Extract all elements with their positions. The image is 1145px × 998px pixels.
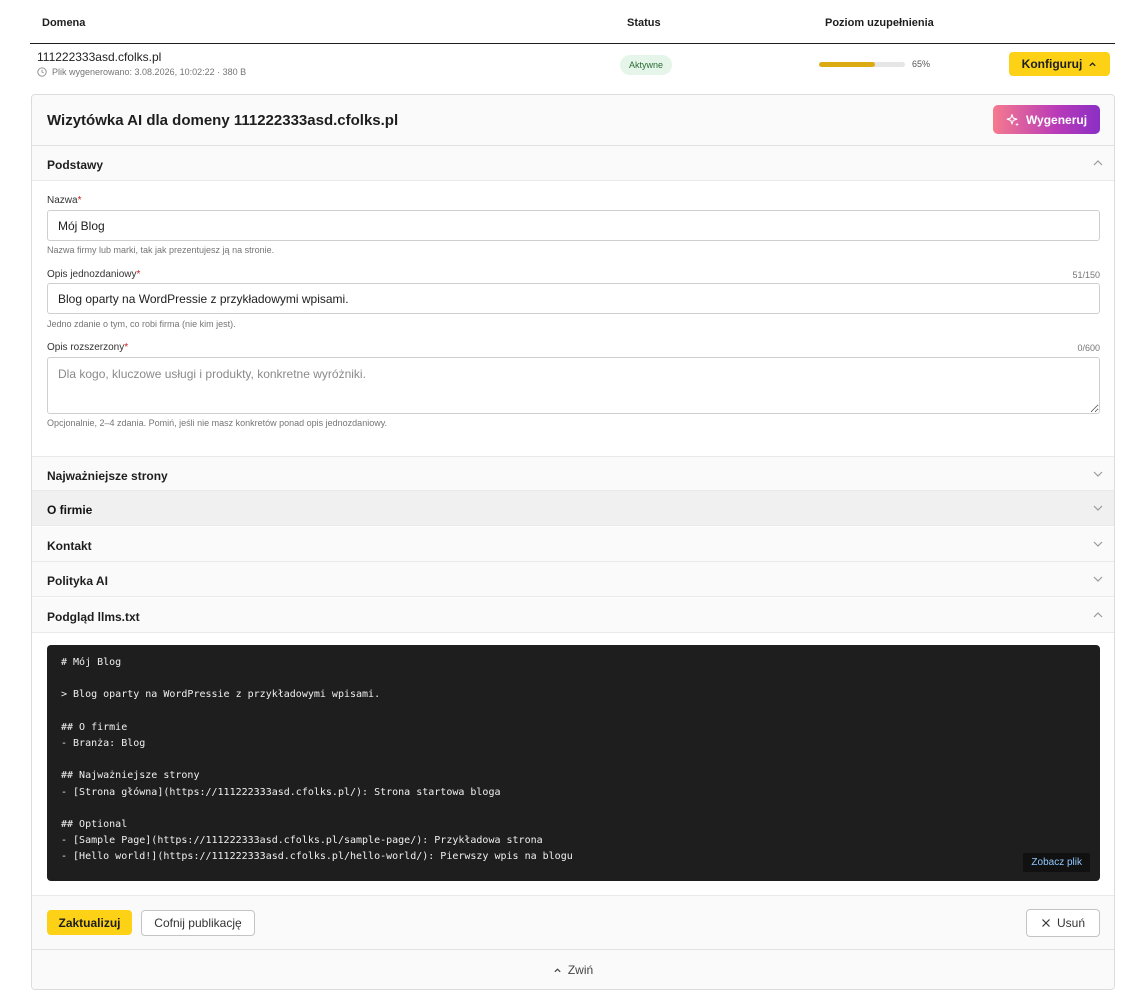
unpublish-button[interactable]: Cofnij publikację [141,910,255,936]
section-about[interactable]: O firmie [32,491,1114,526]
long-desc-label-text: Opis rozszerzony [47,342,125,353]
short-desc-help: Jedno zdanie o tym, co robi firma (nie k… [47,319,236,329]
ai-card-panel: Wizytówka AI dla domeny 111222333asd.cfo… [31,94,1115,990]
file-meta-text: Plik wygenerowano: 3.08.2026, 10:02:22 ·… [52,67,247,77]
section-policy-label: Polityka AI [47,574,108,588]
collapse-button[interactable]: Zwiń [32,950,1114,989]
required-marker: * [77,195,82,206]
code-line: - Branża: Blog [61,737,146,749]
configure-button[interactable]: Konfiguruj [1009,52,1110,76]
sparkle-icon [1006,113,1019,126]
required-marker: * [136,269,141,280]
generate-button-label: Wygeneruj [1025,112,1088,127]
code-line: - [Sample Page](https://111222333asd.cfo… [61,835,543,847]
chevron-up-icon [1089,61,1096,66]
name-label-text: Nazwa [47,195,78,206]
update-button[interactable]: Zaktualizuj [47,910,132,935]
short-desc-label-text: Opis jednozdaniowy [47,269,137,280]
table-row: 111222333asd.cfolks.pl Plik wygenerowano… [30,44,1115,88]
section-pages[interactable]: Najważniejsze strony [32,456,1114,491]
chevron-down-icon [1093,576,1103,582]
llms-preview-code: # Mój Blog > Blog oparty na WordPressie z… [47,645,1100,881]
panel-title: Wizytówka AI dla domeny 111222333asd.cfo… [47,112,399,129]
column-header-status: Status [627,17,661,29]
section-contact[interactable]: Kontakt [32,527,1114,562]
section-contact-label: Kontakt [47,539,92,553]
delete-button[interactable]: Usuń [1026,909,1100,937]
long-desc-help: Opcjonalnie, 2–4 zdania. Pomiń, jeśli ni… [47,418,388,428]
code-line: # Mój Blog [61,657,122,668]
section-preview[interactable]: Podgląd llms.txt [32,598,1114,633]
long-desc-counter: 0/600 [1077,343,1100,353]
configure-button-label: Konfiguruj [1021,57,1083,71]
table-header: Domena Status Poziom uzupełnienia [30,0,1115,44]
column-header-domain: Domena [42,17,86,29]
panel-header: Wizytówka AI dla domeny 111222333asd.cfo… [32,95,1114,146]
file-meta: Plik wygenerowano: 3.08.2026, 10:02:22 ·… [37,67,246,77]
section-basics[interactable]: Podstawy [32,146,1114,181]
section-about-label: O firmie [47,503,93,517]
name-help: Nazwa firmy lub marki, tak jak prezentuj… [47,245,275,255]
close-icon [1042,919,1050,927]
chevron-down-icon [1093,471,1103,477]
long-desc-field-label: Opis rozszerzony* [47,342,128,353]
clock-icon [37,67,47,77]
short-desc-counter: 51/150 [1072,270,1100,280]
column-header-level: Poziom uzupełnienia [825,17,934,29]
section-basics-label: Podstawy [47,158,104,172]
generate-button[interactable]: Wygeneruj [993,105,1100,134]
long-desc-textarea[interactable] [47,357,1100,414]
completion-percent: 65% [912,59,931,69]
view-file-button[interactable]: Zobacz plik [1023,853,1090,872]
section-preview-label: Podgląd llms.txt [47,610,140,624]
required-marker: * [124,342,129,353]
delete-button-label: Usuń [1056,916,1085,930]
code-lines: # Mój Blog > Blog oparty na WordPressie z… [61,657,1086,867]
section-pages-label: Najważniejsze strony [47,469,168,483]
chevron-down-icon [1093,541,1103,547]
code-line: - [Strona główna](https://111222333asd.c… [61,786,501,798]
short-desc-input[interactable] [47,283,1100,314]
short-desc-field-label: Opis jednozdaniowy* [47,269,140,280]
completion-progress-fill [819,62,875,67]
domain-name: 111222333asd.cfolks.pl [37,50,162,64]
code-line: ## Optional [61,818,128,830]
chevron-up-icon [1093,160,1103,166]
completion-progress-bar [819,62,905,67]
name-field-label: Nazwa* [47,195,81,206]
code-line: > Blog oparty na WordPressie z przykłado… [61,689,381,701]
collapse-label: Zwiń [567,963,594,977]
action-bar: Zaktualizuj Cofnij publikację Usuń [32,895,1114,950]
code-line: ## O firmie [61,721,128,733]
code-line: ## Najważniejsze strony [61,770,200,782]
status-badge: Aktywne [620,55,673,75]
code-line: - [Hello world!](https://111222333asd.cf… [61,851,573,863]
section-policy[interactable]: Polityka AI [32,562,1114,597]
chevron-up-icon [1093,612,1103,618]
chevron-up-icon [554,967,561,972]
chevron-down-icon [1093,505,1103,511]
name-input[interactable] [47,210,1100,241]
